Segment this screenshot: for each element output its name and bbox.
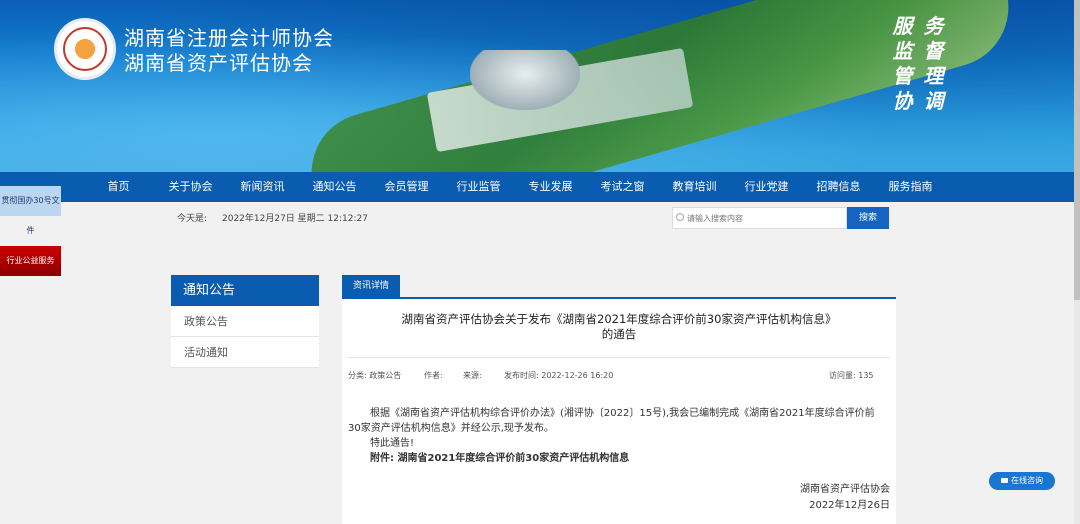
slogan-char: 督 (923, 39, 944, 63)
scrollbar-thumb[interactable] (1074, 0, 1080, 300)
online-consult-label: 在线咨询 (1011, 476, 1043, 485)
nav-home[interactable]: 首页 (83, 172, 155, 202)
signature-date: 2022年12月26日 (809, 500, 890, 511)
association-logo[interactable] (54, 18, 116, 80)
slogan-char: 管 (892, 64, 913, 88)
org-name-cpa: 湖南省注册会计师协会 (124, 26, 334, 50)
slogan-char: 监 (892, 39, 913, 63)
sidebar: 通知公告 政策公告 活动通知 (171, 275, 319, 368)
search-input[interactable] (672, 207, 847, 229)
banner-slogan: 服 务 监 督 管 理 协 调 (888, 14, 948, 114)
meta-category: 分类: 政策公告 (348, 371, 402, 380)
meta-source: 来源: (463, 371, 482, 380)
header-banner: 湖南省注册会计师协会 湖南省资产评估协会 服 务 监 督 管 理 协 调 (0, 0, 1080, 172)
article-body: 根据《湖南省资产评估机构综合评价办法》(湘评协〔2022〕15号),我会已编制完… (348, 406, 886, 466)
nav-development[interactable]: 专业发展 (515, 172, 587, 202)
chat-icon (1001, 478, 1008, 483)
current-datetime: 2022年12月27日 星期二 12:12:27 (222, 214, 368, 224)
signature-org: 湖南省资产评估协会 (800, 484, 890, 495)
tab-article-detail[interactable]: 资讯详情 (342, 275, 400, 297)
sidebar-title: 通知公告 (171, 275, 319, 306)
search-icon (676, 213, 684, 221)
org-names: 湖南省注册会计师协会 湖南省资产评估协会 (124, 26, 334, 76)
article-notice: 特此通告! (370, 438, 415, 449)
slogan-char: 理 (923, 64, 944, 88)
org-name-appraisal: 湖南省资产评估协会 (124, 51, 313, 75)
nav-jobs[interactable]: 招聘信息 (803, 172, 875, 202)
meta-author: 作者: (424, 371, 443, 380)
page-scrollbar[interactable] (1074, 0, 1080, 524)
search-button[interactable]: 搜索 (847, 207, 889, 229)
nav-training[interactable]: 教育培训 (659, 172, 731, 202)
nav-party[interactable]: 行业党建 (731, 172, 803, 202)
slogan-char: 调 (923, 89, 944, 113)
slogan-char: 务 (923, 14, 944, 38)
slogan-char: 服 (892, 14, 913, 38)
banner-statue (470, 50, 580, 110)
nav-supervision[interactable]: 行业监管 (443, 172, 515, 202)
article-title-line: 湖南省资产评估协会关于发布《湖南省2021年度综合评价前30家资产评估机构信息》 (401, 312, 837, 326)
slogan-char: 协 (892, 89, 913, 113)
nav-about[interactable]: 关于协会 (155, 172, 227, 202)
logo-emblem-icon (63, 27, 107, 71)
nav-members[interactable]: 会员管理 (371, 172, 443, 202)
nav-notices[interactable]: 通知公告 (299, 172, 371, 202)
nav-exams[interactable]: 考试之窗 (587, 172, 659, 202)
online-consult-button[interactable]: 在线咨询 (989, 472, 1055, 490)
article-panel: 湖南省资产评估协会关于发布《湖南省2021年度综合评价前30家资产评估机构信息》… (342, 299, 896, 524)
sidebar-item-activities[interactable]: 活动通知 (171, 337, 319, 368)
meta-published: 发布时间: 2022-12-26 16:20 (504, 371, 614, 380)
sidebar-item-policy[interactable]: 政策公告 (171, 306, 319, 337)
side-link-public-service[interactable]: 行业公益服务 (0, 246, 61, 276)
article-attachment-link[interactable]: 附件: 湖南省2021年度综合评价前30家资产评估机构信息 (348, 451, 886, 466)
title-divider (348, 357, 890, 358)
main-nav: 首页 关于协会 新闻资讯 通知公告 会员管理 行业监管 专业发展 考试之窗 教育… (0, 172, 1080, 202)
nav-news[interactable]: 新闻资讯 (227, 172, 299, 202)
article-title-line: 的通告 (601, 327, 637, 341)
today-label: 今天是: (177, 214, 208, 224)
info-bar: 今天是: 2022年12月27日 星期二 12:12:27 搜索 (0, 202, 1080, 232)
article-signature: 湖南省资产评估协会 2022年12月26日 (800, 482, 890, 514)
nav-guide[interactable]: 服务指南 (875, 172, 947, 202)
article-title: 湖南省资产评估协会关于发布《湖南省2021年度综合评价前30家资产评估机构信息》… (342, 312, 896, 342)
article-paragraph: 根据《湖南省资产评估机构综合评价办法》(湘评协〔2022〕15号),我会已编制完… (348, 408, 875, 434)
meta-views: 访问量: 135 (829, 371, 874, 380)
